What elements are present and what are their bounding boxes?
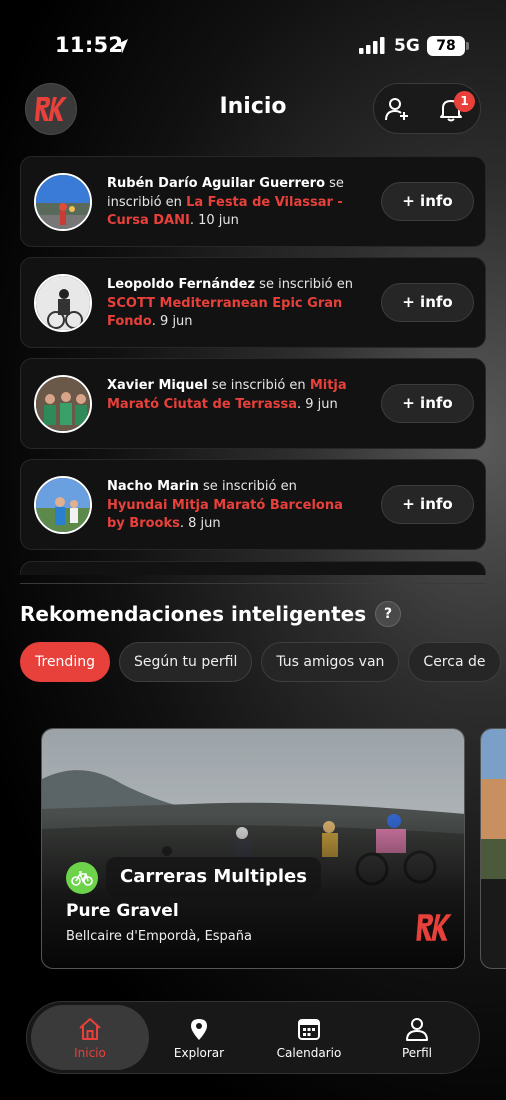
event-card-partial[interactable]: [480, 728, 506, 969]
event-photo: [481, 729, 506, 968]
feed-action: se inscribió en: [207, 378, 310, 393]
battery-icon: 78: [427, 36, 465, 56]
event-card[interactable]: Carreras Multiples Pure Gravel Bellcaire…: [41, 728, 465, 969]
filter-chips: Trending Según tu perfil Tus amigos van Cer…: [20, 642, 506, 684]
profile-icon: [406, 1018, 428, 1041]
more-info-button[interactable]: + info: [381, 283, 474, 322]
nav-item-inicio[interactable]: Inicio: [31, 1005, 149, 1070]
nav-item-explorar[interactable]: Explorar: [149, 1002, 249, 1073]
nav-label: Calendario: [276, 1046, 342, 1060]
nav-label: Perfil: [401, 1046, 433, 1060]
home-icon: [79, 1018, 101, 1040]
nav-item-calendario[interactable]: Calendario: [259, 1002, 359, 1073]
notification-badge: 1: [454, 91, 475, 112]
avatar: [34, 476, 92, 534]
feed-item-text: Xavier Miquel se inscribió en Mitja Mara…: [107, 377, 353, 414]
signal-icon: [359, 37, 385, 54]
feed-date: . 9 jun: [297, 396, 338, 412]
bottom-navigation: Inicio Explorar Calendario Perfil: [26, 1001, 480, 1074]
avatar: [34, 173, 92, 231]
more-info-button[interactable]: + info: [381, 182, 474, 221]
feed-item[interactable]: Rubén Darío Aguilar Guerrero se inscribi…: [20, 156, 486, 247]
chip-trending[interactable]: Trending: [20, 642, 110, 682]
feed-user-name[interactable]: Nacho Marin: [107, 479, 199, 494]
more-info-button[interactable]: + info: [381, 485, 474, 524]
feed-date: . 10 jun: [189, 213, 239, 228]
nav-label: Explorar: [173, 1046, 225, 1060]
chip-segun-tu-perfil[interactable]: Según tu perfil: [118, 642, 253, 682]
avatar: [34, 274, 92, 332]
help-button[interactable]: ?: [375, 601, 401, 627]
section-divider: [20, 583, 486, 584]
feed-event-link[interactable]: Hyundai Mitja Marató Barcelona by Brooks: [107, 498, 343, 532]
feed-item[interactable]: Nacho Marin se inscribió en Hyundai Mitj…: [20, 459, 486, 550]
feed-item[interactable]: Xavier Miquel se inscribió en Mitja Mara…: [20, 358, 486, 449]
feed-user-name[interactable]: Xavier Miquel: [107, 378, 208, 393]
feed-item-text: Nacho Marin se inscribió en Hyundai Mitj…: [107, 478, 353, 534]
chip-tus-amigos-van[interactable]: Tus amigos van: [261, 642, 400, 682]
feed-user-name[interactable]: Rubén Darío Aguilar Guerrero: [107, 176, 325, 191]
feed-action: se inscribió en: [255, 277, 353, 292]
event-name: Pure Gravel: [66, 901, 179, 921]
add-friend-icon[interactable]: [384, 96, 410, 122]
feed-action: se inscribió en: [198, 479, 297, 494]
section-title: Rekomendaciones inteligentes: [20, 602, 367, 626]
network-type: 5G: [394, 36, 420, 56]
location-arrow-icon: [114, 39, 128, 54]
calendar-icon: [298, 1019, 320, 1040]
event-location: Bellcaire d'Empordà, España: [66, 929, 252, 944]
feed-item-partial: [20, 561, 486, 575]
feed-item-text: Rubén Darío Aguilar Guerrero se inscribi…: [107, 175, 353, 231]
chip-cerca-de[interactable]: Cerca de: [408, 642, 501, 682]
more-info-button[interactable]: + info: [381, 384, 474, 423]
feed-item[interactable]: Leopoldo Fernández se inscribió en SCOTT…: [20, 257, 486, 348]
status-bar: 11:52 5G 78: [0, 0, 506, 90]
app-logo-icon: [416, 914, 452, 941]
battery-tip: [466, 42, 469, 50]
feed-date: . 8 jun: [179, 516, 221, 531]
feed-date: . 9 jun: [151, 314, 193, 329]
feed-item-text: Leopoldo Fernández se inscribió en SCOTT…: [107, 276, 353, 332]
avatar: [34, 375, 92, 433]
feed-event-link[interactable]: SCOTT Mediterranean Epic Gran Fondo: [107, 296, 342, 330]
feed-user-name[interactable]: Leopoldo Fernández: [107, 277, 255, 292]
nav-label: Inicio: [74, 1046, 106, 1060]
bicycle-icon: [66, 862, 98, 894]
map-pin-icon: [191, 1019, 207, 1040]
event-category: Carreras Multiples: [106, 857, 321, 897]
nav-item-perfil[interactable]: Perfil: [367, 1002, 467, 1073]
header-actions: 1: [373, 83, 481, 134]
